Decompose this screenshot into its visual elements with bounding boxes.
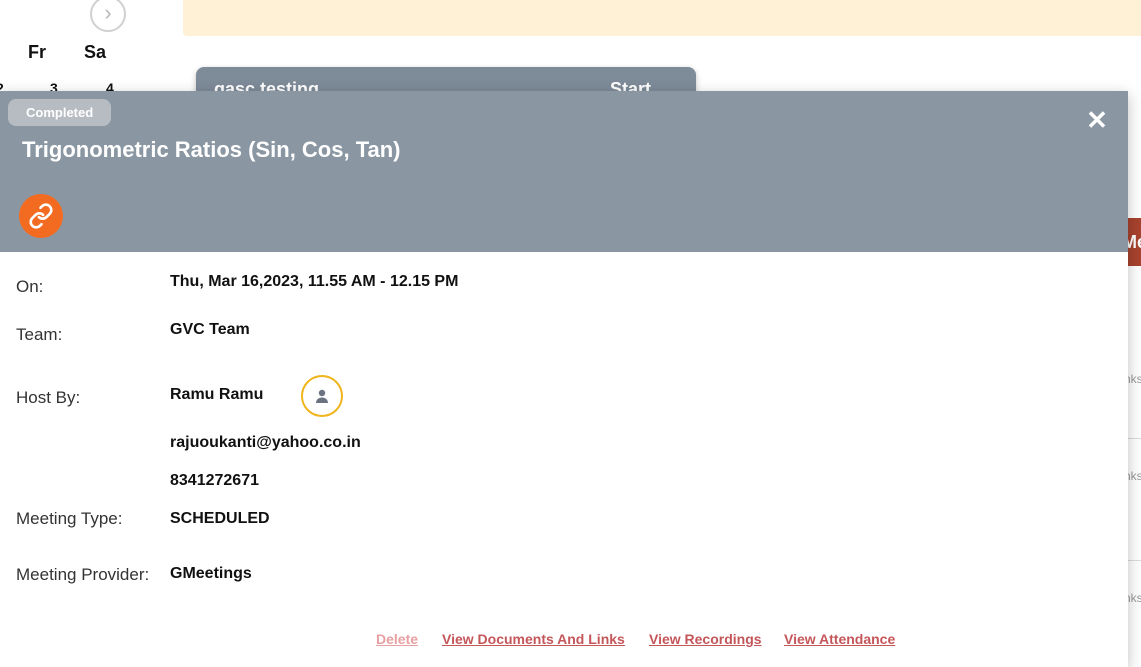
chevron-right-icon[interactable]: ›	[90, 0, 126, 32]
background-side-text: nks	[1128, 372, 1141, 386]
user-icon	[316, 389, 328, 403]
avatar[interactable]	[301, 375, 343, 417]
host-label: Host By:	[16, 388, 81, 407]
view-recordings-link[interactable]: View Recordings	[649, 631, 762, 647]
team-label: Team:	[16, 325, 63, 344]
meeting-type-value: SCHEDULED	[170, 510, 270, 527]
notice-bar	[183, 0, 1141, 36]
meeting-details-modal: Completed Trigonometric Ratios (Sin, Cos…	[0, 91, 1128, 667]
divider	[1128, 438, 1141, 439]
close-icon[interactable]: ✕	[1084, 107, 1110, 133]
meeting-title: Trigonometric Ratios (Sin, Cos, Tan)	[22, 137, 401, 162]
meeting-provider-label: Meeting Provider:	[16, 565, 150, 584]
background-side-text: nks	[1128, 591, 1141, 605]
on-label: On:	[16, 277, 44, 296]
day-header-fr: Fr	[28, 42, 46, 62]
host-phone: 8341272671	[170, 472, 259, 489]
link-icon	[29, 203, 53, 229]
meeting-datetime: Thu, Mar 16,2023, 11.55 AM - 12.15 PM	[170, 273, 459, 290]
host-email: rajuoukanti@yahoo.co.in	[170, 434, 361, 451]
modal-header: Completed Trigonometric Ratios (Sin, Cos…	[0, 91, 1128, 252]
delete-link[interactable]: Delete	[376, 631, 418, 647]
view-documents-link[interactable]: View Documents And Links	[442, 631, 625, 647]
divider	[1128, 560, 1141, 561]
day-header-sa: Sa	[84, 42, 107, 62]
link-button[interactable]	[19, 194, 63, 238]
host-name: Ramu Ramu	[170, 386, 264, 403]
background-side-tab[interactable]: Me	[1128, 218, 1141, 266]
team-name: GVC Team	[170, 321, 250, 338]
background-side-text: nks	[1128, 469, 1141, 483]
meeting-type-label: Meeting Type:	[16, 509, 123, 528]
meeting-provider-value: GMeetings	[170, 565, 252, 582]
status-badge: Completed	[8, 99, 112, 126]
view-attendance-link[interactable]: View Attendance	[784, 631, 895, 647]
